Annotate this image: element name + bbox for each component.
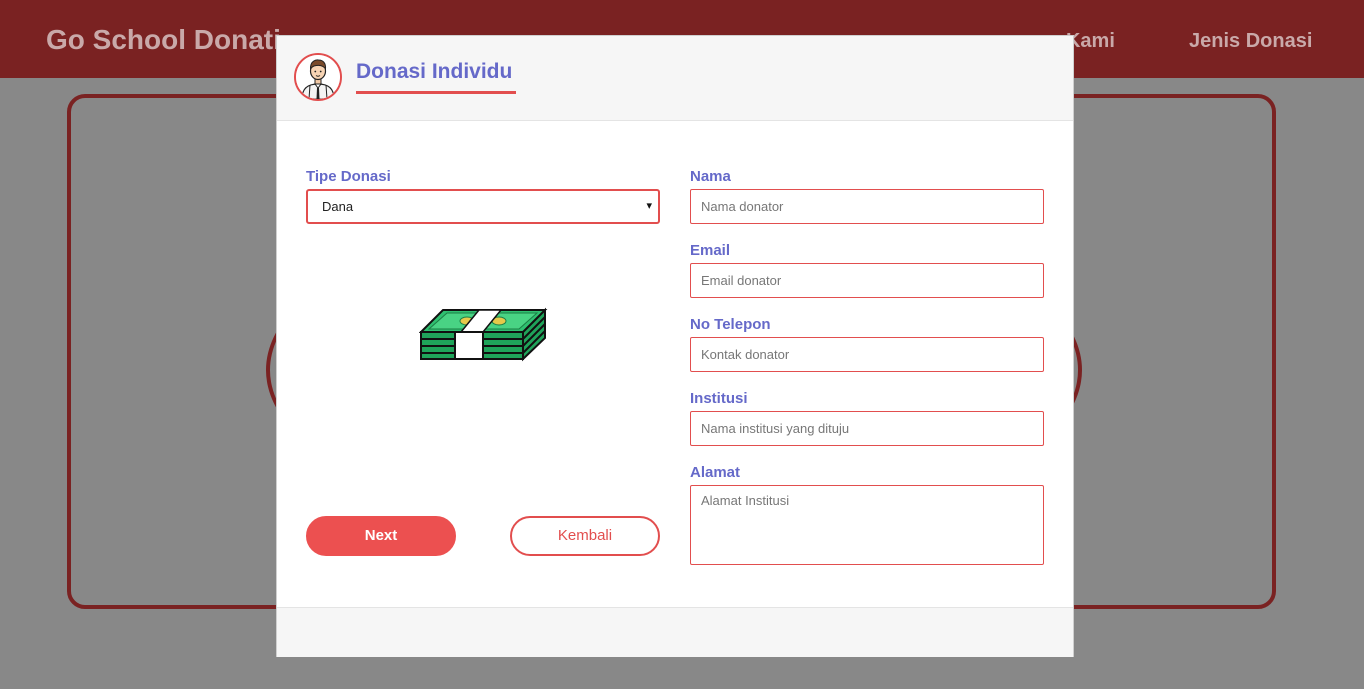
kembali-button[interactable]: Kembali [510, 516, 660, 556]
donation-modal: Donasi Individu Tipe Donasi Dana ▾ Next … [276, 35, 1074, 657]
nama-input[interactable] [690, 189, 1044, 224]
email-input[interactable] [690, 263, 1044, 298]
institusi-input[interactable] [690, 411, 1044, 446]
modal-title: Donasi Individu [356, 60, 513, 83]
alamat-label: Alamat [690, 464, 741, 481]
tipe-donasi-selected-value: Dana [322, 199, 354, 214]
modal-header: Donasi Individu [277, 36, 1073, 121]
institusi-label: Institusi [690, 390, 748, 407]
next-button[interactable]: Next [306, 516, 456, 556]
title-underline [356, 91, 516, 94]
money-stack-icon [418, 302, 549, 364]
modal-footer [277, 607, 1073, 657]
no-telepon-input[interactable] [690, 337, 1044, 372]
tipe-donasi-label: Tipe Donasi [306, 168, 391, 185]
alamat-textarea[interactable] [690, 485, 1044, 565]
email-label: Email [690, 242, 731, 259]
nav-item-jenis-donasi[interactable]: Jenis Donasi [1189, 30, 1312, 53]
brand-logo-text[interactable]: Go School Donati [46, 24, 281, 56]
no-telepon-label: No Telepon [690, 316, 771, 333]
nama-label: Nama [690, 168, 731, 185]
tipe-donasi-select[interactable]: Dana ▾ [306, 189, 660, 224]
user-avatar-icon [294, 53, 342, 101]
page: Go School Donati ng Kami Jenis Donasi Do… [0, 0, 1364, 689]
chevron-down-icon: ▾ [646, 200, 652, 212]
